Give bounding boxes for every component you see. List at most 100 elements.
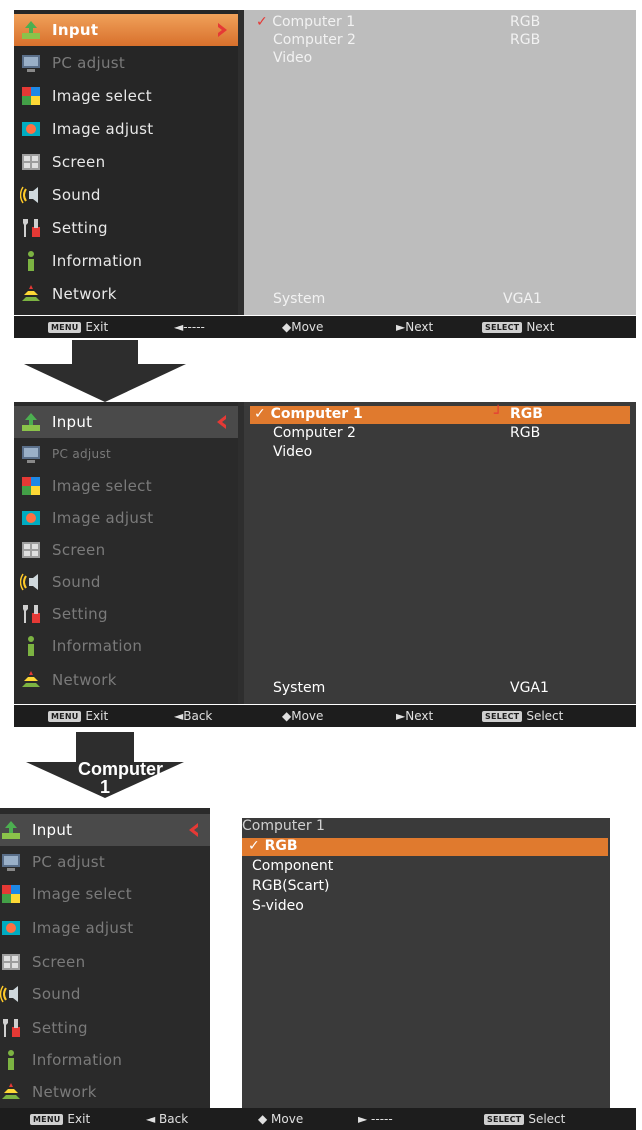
exit-hint[interactable]: MENU Exit: [30, 1112, 90, 1126]
input-name: Computer 1: [272, 14, 356, 30]
arrow-indicator-icon: ┘: [494, 406, 503, 422]
submenu-header: Computer 1: [242, 818, 325, 834]
input-icon: [20, 411, 42, 433]
signal-row-s-video[interactable]: S-video: [252, 898, 304, 916]
sidebar-item-screen[interactable]: Screen: [14, 534, 238, 566]
back-hint: ◄Back: [174, 709, 213, 723]
input-row-video[interactable]: Video: [273, 444, 312, 462]
sidebar-item-screen[interactable]: Screen: [14, 146, 238, 178]
exit-hint[interactable]: MENU Exit: [48, 320, 108, 334]
network-icon: [0, 1081, 22, 1103]
image-adjust-icon: [20, 507, 42, 529]
sidebar-item-label: Input: [52, 413, 93, 431]
sidebar-item-image-select[interactable]: Image select: [14, 80, 238, 112]
input-row-computer-2[interactable]: Computer 2 RGB: [273, 425, 623, 443]
sidebar-item-sound[interactable]: Sound: [14, 566, 238, 598]
sound-icon: [0, 983, 22, 1005]
input-value: RGB: [510, 14, 541, 30]
sidebar-item-label: Screen: [52, 153, 106, 171]
sidebar-item-pc-adjust[interactable]: PC adjust: [0, 846, 210, 878]
sidebar-item-setting[interactable]: Setting: [14, 598, 238, 630]
image-adjust-icon: [20, 118, 42, 140]
sidebar-item-screen[interactable]: Screen: [0, 946, 210, 978]
select-key: SELECT: [482, 321, 523, 333]
setting-icon: [0, 1017, 22, 1039]
system-value: VGA1: [503, 291, 542, 307]
sidebar-item-label: Network: [52, 671, 117, 689]
input-row-computer-2[interactable]: Computer 2 RGB: [273, 32, 623, 50]
signal-row-rgb-scart[interactable]: RGB(Scart): [252, 878, 330, 896]
sidebar-item-label: Image adjust: [32, 919, 134, 937]
back-hint: ◄ Back: [146, 1112, 189, 1126]
chevron-left-icon: [184, 820, 204, 840]
input-row-video[interactable]: Video: [273, 50, 312, 68]
signal-name: RGB: [264, 838, 298, 854]
pc-adjust-icon: [0, 851, 22, 873]
sidebar-item-network[interactable]: Network: [0, 1076, 210, 1108]
move-hint: ◆Move: [282, 320, 324, 334]
sidebar-item-label: Image select: [52, 87, 152, 105]
select-hint[interactable]: SELECT Select: [482, 709, 563, 723]
system-label: System: [273, 680, 326, 696]
sidebar-item-information[interactable]: Information: [14, 245, 238, 277]
move-hint: ◆Move: [282, 709, 324, 723]
sidebar-item-label: Screen: [32, 953, 86, 971]
signal-type-panel: Computer 1 ✓ RGB Component RGB(Scart) S-…: [242, 818, 610, 1108]
sidebar-item-information[interactable]: Information: [0, 1044, 210, 1076]
sidebar-item-image-adjust[interactable]: Image adjust: [0, 912, 210, 944]
sidebar-item-label: Sound: [52, 573, 101, 591]
sidebar-item-label: Image select: [52, 477, 152, 495]
information-icon: [0, 1049, 22, 1071]
sidebar-item-setting[interactable]: Setting: [14, 212, 238, 244]
network-icon: [20, 669, 42, 691]
input-name: Video: [273, 50, 313, 66]
setting-icon: [20, 217, 42, 239]
sidebar-item-label: Sound: [32, 985, 81, 1003]
signal-row-component[interactable]: Component: [252, 858, 333, 876]
menu-key: MENU: [48, 710, 82, 722]
footer-bar: MENU Exit ◄ Back ◆ Move ► ----- SELECT Sel…: [0, 1108, 636, 1130]
select-key: SELECT: [482, 710, 523, 722]
menu-screen-3: Input PC adjust Image select Image adjus…: [0, 808, 636, 1130]
check-icon: ✓: [248, 838, 260, 854]
setting-icon: [20, 603, 42, 625]
select-hint[interactable]: SELECT Select: [484, 1112, 565, 1126]
exit-hint[interactable]: MENU Exit: [48, 709, 108, 723]
sidebar-item-image-select[interactable]: Image select: [0, 878, 210, 910]
sidebar-item-image-select[interactable]: Image select: [14, 470, 238, 502]
sidebar-item-setting[interactable]: Setting: [0, 1012, 210, 1044]
input-icon: [0, 819, 22, 841]
signal-row-rgb[interactable]: ✓ RGB: [242, 838, 608, 856]
screen-icon: [20, 539, 42, 561]
sidebar-item-sound[interactable]: Sound: [14, 179, 238, 211]
sidebar-item-label: PC adjust: [32, 853, 106, 871]
sidebar-item-image-adjust[interactable]: Image adjust: [14, 502, 238, 534]
sidebar-item-pc-adjust[interactable]: PC adjust: [14, 47, 238, 79]
sidebar-item-image-adjust[interactable]: Image adjust: [14, 113, 238, 145]
sidebar-item-label: Network: [32, 1083, 97, 1101]
check-icon: ✓: [256, 14, 268, 30]
input-name: Video: [273, 444, 313, 460]
pc-adjust-icon: [20, 443, 42, 465]
input-value: RGB: [510, 32, 541, 48]
input-value: RGB: [510, 425, 541, 441]
sidebar-item-network[interactable]: Network: [14, 664, 238, 696]
sidebar-item-network[interactable]: Network: [14, 278, 238, 310]
signal-name: S-video: [252, 898, 304, 914]
menu-screen-1: Input PC adjust Image select Image adjus…: [14, 10, 636, 338]
select-hint[interactable]: SELECT Next: [482, 320, 554, 334]
sidebar-item-input[interactable]: Input: [0, 814, 210, 846]
sidebar-item-label: PC adjust: [52, 447, 111, 461]
input-icon: [20, 19, 42, 41]
input-row-computer-1[interactable]: ✓ Computer 1 ┘ RGB: [250, 406, 630, 424]
back-hint: ◄-----: [174, 320, 205, 334]
sidebar-item-input[interactable]: Input: [14, 14, 238, 46]
sidebar-item-sound[interactable]: Sound: [0, 978, 210, 1010]
arrow-label: Computer 1: [78, 759, 163, 797]
sidebar-item-input[interactable]: Input: [14, 406, 238, 438]
sidebar-item-information[interactable]: Information: [14, 630, 238, 662]
input-row-computer-1[interactable]: ✓ Computer 1 RGB: [256, 14, 626, 32]
screen-icon: [0, 951, 22, 973]
sidebar-item-pc-adjust[interactable]: PC adjust: [14, 438, 238, 470]
system-value: VGA1: [510, 680, 549, 696]
